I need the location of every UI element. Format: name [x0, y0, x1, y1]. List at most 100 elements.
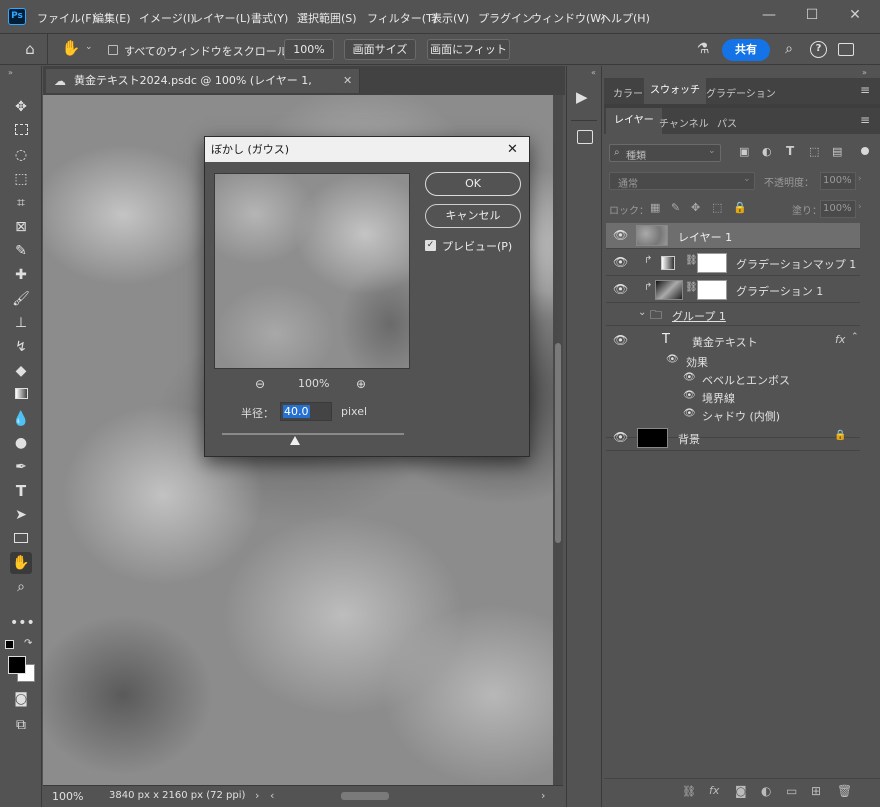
default-colors-icon[interactable] [5, 640, 14, 649]
layer-mask-thumbnail[interactable] [697, 253, 727, 273]
delete-layer-icon[interactable]: 🗑 [837, 784, 852, 798]
link-icon[interactable]: ⛓ [685, 255, 698, 266]
add-style-icon[interactable]: fx [709, 784, 719, 797]
scroll-right-icon[interactable]: › [541, 789, 545, 802]
blur-tool-icon[interactable]: 💧 [10, 408, 32, 430]
fill-arrow-icon[interactable]: › [858, 202, 862, 212]
gradient-tool-icon[interactable] [10, 384, 32, 406]
lock-artboard-icon[interactable]: ⬚ [712, 201, 722, 214]
layers-panel-menu-icon[interactable]: ≡ [860, 113, 870, 127]
zoom-out-icon[interactable]: ⊖ [255, 377, 265, 391]
document-tab[interactable]: ☁ 黄金テキスト2024.psdc @ 100% (レイヤー 1, RGB/16… [46, 69, 360, 111]
visibility-eye-icon[interactable]: 👁 [683, 390, 696, 401]
close-window-icon[interactable]: ✕ [840, 5, 870, 25]
panel-menu-icon[interactable]: ≡ [860, 83, 870, 97]
healing-brush-tool-icon[interactable]: ✚ [10, 264, 32, 286]
menu-image[interactable]: イメージ(I) [139, 10, 195, 26]
preview-checkbox[interactable]: ✓ [425, 240, 436, 251]
object-select-tool-icon[interactable]: ⬚ [10, 168, 32, 190]
visibility-eye-icon[interactable]: 👁 [613, 255, 628, 269]
zoom-in-icon[interactable]: ⊕ [356, 377, 366, 391]
visibility-eye-icon[interactable]: 👁 [613, 430, 628, 444]
visibility-eye-icon[interactable]: 👁 [683, 408, 696, 419]
visibility-eye-icon[interactable]: 👁 [613, 333, 628, 347]
play-actions-icon[interactable]: ▶ [576, 88, 588, 106]
add-mask-icon[interactable]: ◙ [735, 784, 747, 798]
radius-input[interactable]: 40.0 [280, 402, 332, 421]
image-panel-icon[interactable] [577, 130, 593, 144]
fill-field[interactable]: 100% [820, 200, 856, 218]
chevron-down-icon[interactable]: ⌄ [638, 307, 646, 318]
visibility-eye-icon[interactable]: 👁 [613, 282, 628, 296]
filter-adjustment-icon[interactable]: ◐ [762, 145, 772, 158]
tab-swatches[interactable]: スウォッチ [644, 78, 706, 104]
filter-toggle-icon[interactable] [861, 147, 869, 155]
close-tab-icon[interactable]: ✕ [343, 69, 352, 93]
tab-channels[interactable]: チャンネル [659, 115, 709, 130]
filter-type-icon[interactable]: T [786, 144, 794, 158]
foreground-color-swatch[interactable] [8, 656, 26, 674]
ok-button[interactable]: OK [425, 172, 521, 196]
stamp-tool-icon[interactable]: ⊥ [10, 312, 32, 334]
layer-name[interactable]: グラデーション 1 [736, 283, 823, 299]
status-zoom[interactable]: 100% [52, 790, 83, 803]
chevron-up-icon[interactable]: ⌃ [851, 332, 859, 342]
minimize-icon[interactable]: — [754, 5, 784, 25]
zoom-value-field[interactable]: 100% [284, 39, 334, 60]
filter-shape-icon[interactable]: ⬚ [809, 145, 819, 158]
tab-paths[interactable]: パス [717, 115, 737, 130]
pen-tool-icon[interactable]: ✒ [10, 456, 32, 478]
tab-gradients[interactable]: グラデーション [706, 85, 776, 100]
hand-tool-icon[interactable]: ✋ [60, 39, 82, 59]
path-select-tool-icon[interactable]: ➤ [10, 504, 32, 526]
layer-name[interactable]: 黄金テキスト [692, 334, 758, 350]
menu-plugins[interactable]: プラグイン [478, 10, 533, 26]
layer-filter-select[interactable]: ⌕ 種類 ⌄ [609, 144, 721, 162]
fx-icon[interactable]: fx [835, 333, 845, 346]
effect-bevel[interactable]: ベベルとエンボス [702, 372, 790, 388]
link-layers-icon[interactable]: ⛓ [682, 785, 696, 798]
layer-row-group[interactable]: ⌄ 🗀 グループ 1 [606, 304, 860, 326]
fit-size-button[interactable]: 画面サイズ [344, 39, 416, 60]
vertical-scrollbar[interactable] [553, 95, 563, 785]
marquee-tool-icon[interactable] [10, 120, 32, 142]
status-menu-icon[interactable]: › [255, 789, 259, 802]
lasso-tool-icon[interactable]: ◌ [10, 144, 32, 166]
blur-preview-image[interactable] [214, 173, 410, 369]
menu-help[interactable]: ヘルプ(H) [600, 10, 650, 26]
visibility-eye-icon[interactable]: 👁 [666, 354, 679, 365]
lock-transparent-icon[interactable]: ▦ [650, 201, 660, 214]
help-icon[interactable]: ? [810, 41, 827, 58]
frame-tool-icon[interactable]: ⊠ [10, 216, 32, 238]
scroll-all-checkbox[interactable] [108, 45, 118, 55]
menu-window[interactable]: ウィンドウ(W) [531, 10, 605, 26]
history-brush-tool-icon[interactable]: ↯ [10, 336, 32, 358]
layer-row-layer1[interactable]: 👁 レイヤー 1 [606, 223, 860, 249]
move-tool-icon[interactable]: ✥ [10, 96, 32, 118]
hand-tool-icon[interactable]: ✋ [10, 552, 32, 574]
search-icon[interactable]: ⌕ [780, 41, 798, 59]
effect-stroke[interactable]: 境界線 [702, 390, 735, 406]
radius-slider-track[interactable] [222, 433, 404, 435]
layer-row-text[interactable]: 👁 T 黄金テキスト fx ⌃ 👁 効果 👁 ベベルとエンボス 👁 境界線 👁 … [606, 327, 860, 438]
close-icon[interactable]: ✕ [507, 137, 518, 162]
layer-name[interactable]: グラデーションマップ 1 [736, 256, 856, 272]
chevron-down-icon[interactable]: ⌄ [85, 42, 93, 52]
tab-layers[interactable]: レイヤー [606, 108, 662, 134]
effect-shadow[interactable]: シャドウ (内側) [702, 408, 780, 424]
zoom-tool-icon[interactable]: ⌕ [10, 576, 32, 598]
radius-slider-thumb[interactable] [289, 436, 300, 445]
workspace-icon[interactable] [838, 43, 854, 56]
share-button[interactable]: 共有 [722, 39, 770, 61]
flask-icon[interactable]: ⚗ [694, 41, 712, 59]
collapse-panels-icon[interactable]: « [591, 68, 596, 77]
layer-name[interactable]: グループ 1 [672, 308, 726, 324]
layer-row-gradient[interactable]: 👁 ↱ ⛓ グラデーション 1 [606, 277, 860, 303]
tab-color[interactable]: カラー [613, 85, 643, 100]
menu-edit[interactable]: 編集(E) [93, 10, 131, 26]
layer-name[interactable]: 背景 [678, 431, 700, 447]
type-tool-icon[interactable]: T [10, 480, 32, 502]
lock-all-icon[interactable]: 🔒 [733, 201, 747, 214]
quick-mask-icon[interactable]: ◙ [10, 688, 32, 710]
menu-view[interactable]: 表示(V) [431, 10, 469, 26]
